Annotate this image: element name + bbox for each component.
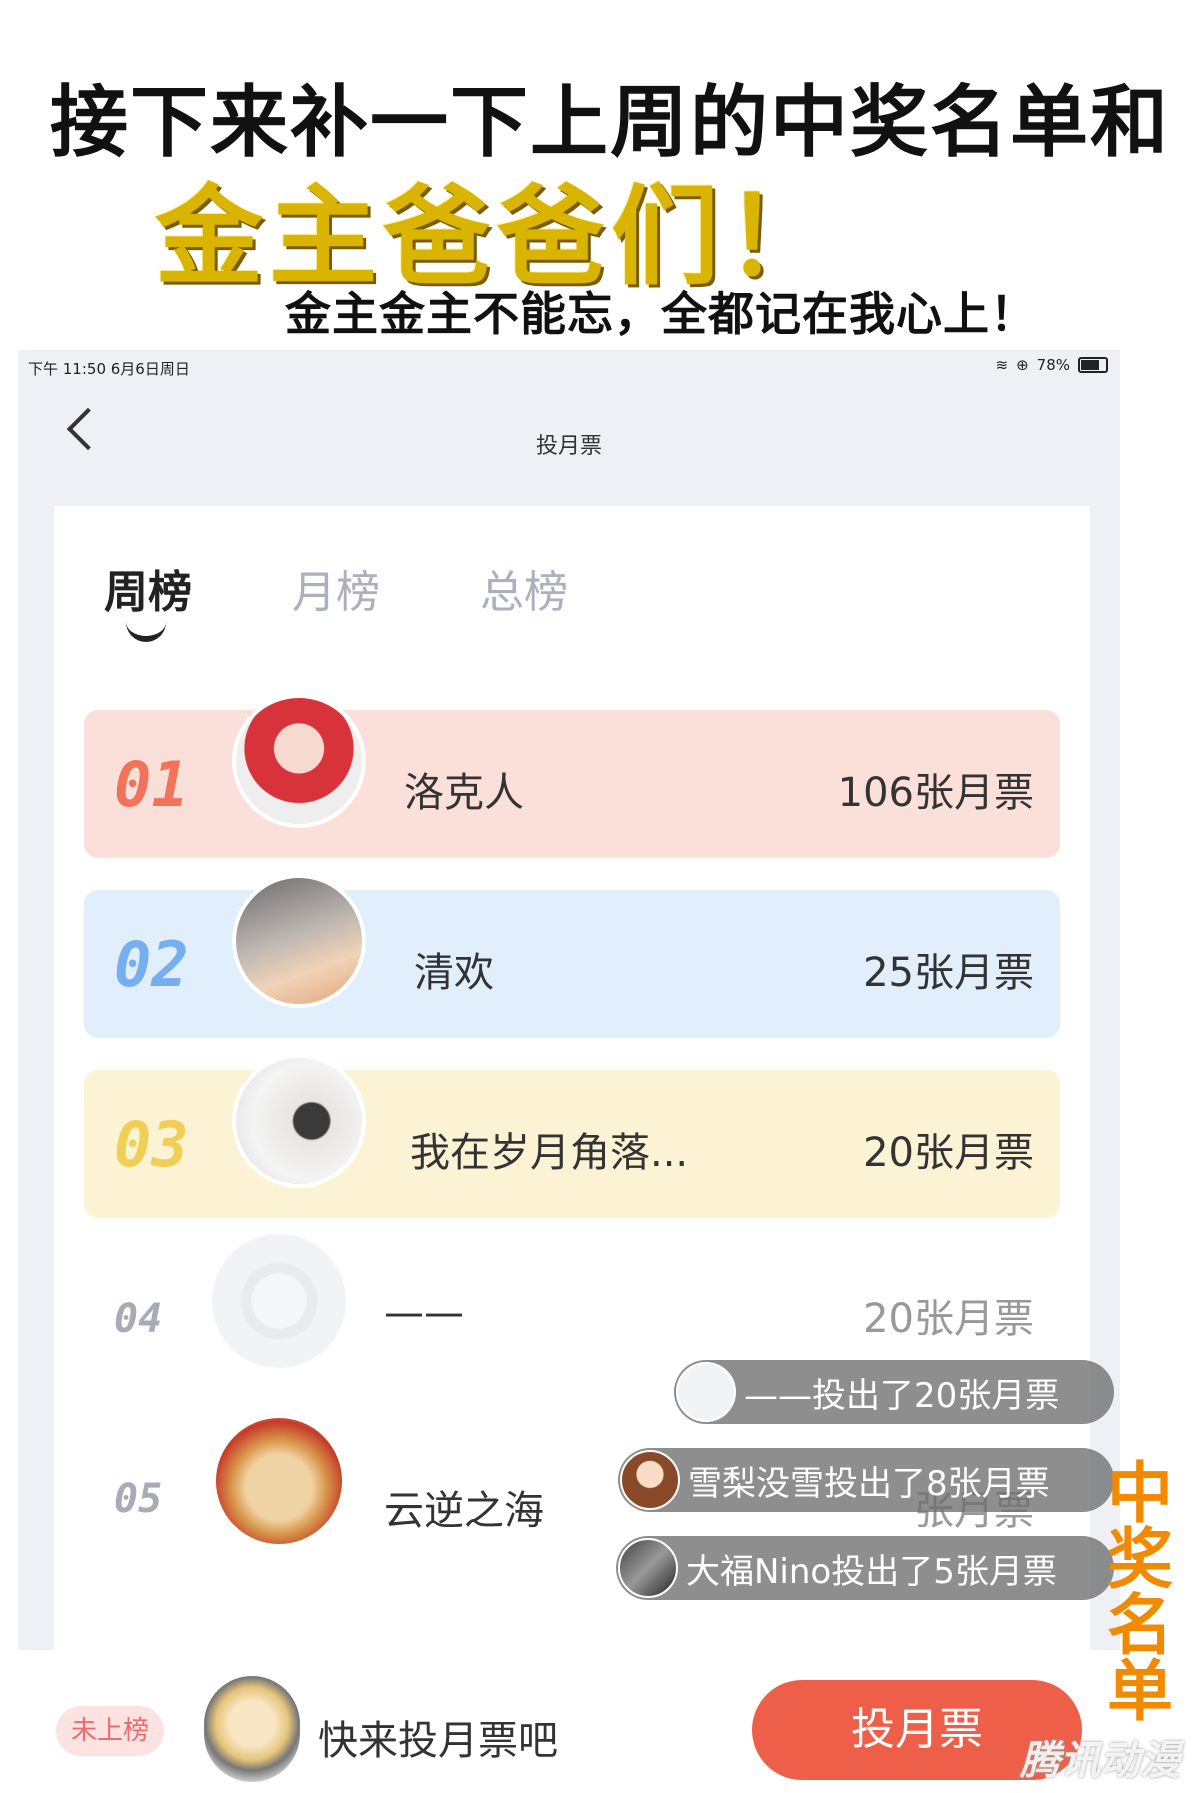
toast-text: 雪梨没雪投出了8张月票 [688, 1463, 1050, 1504]
user-name: 清欢 [414, 950, 494, 996]
battery-percent: 78% [1036, 356, 1070, 374]
vote-toast: 大福Nino投出了5张月票 [616, 1536, 1114, 1600]
avatar [618, 1538, 678, 1598]
stamp-char: 奖 [1107, 1520, 1173, 1598]
tab-total[interactable]: 总榜 [480, 556, 568, 620]
vote-count: 20张月票 [863, 1130, 1034, 1176]
winner-list-stamp: 中 奖 名 单 [1098, 1460, 1182, 1724]
tab-monthly[interactable]: 月榜 [292, 556, 380, 620]
user-name: 云逆之海 [384, 1488, 544, 1534]
toast-text: 大福Nino投出了5张月票 [686, 1551, 1057, 1592]
avatar [620, 1450, 680, 1510]
status-bar: 下午 11:50 6月6日周日 ≋ ⊕ 78% [18, 350, 1120, 384]
ranking-row-2[interactable]: 02 清欢 25张月票 [84, 874, 1060, 1038]
default-avatar-icon [212, 1234, 346, 1368]
vote-count: 106张月票 [837, 770, 1034, 816]
stamp-char: 中 [1107, 1454, 1173, 1532]
user-name: 我在岁月角落... [410, 1130, 689, 1176]
ranking-row-3[interactable]: 03 我在岁月角落... 20张月票 [84, 1054, 1060, 1218]
avatar [232, 1054, 366, 1188]
rank-number: 05 [114, 1476, 163, 1522]
tab-weekly[interactable]: 周榜 [104, 556, 192, 620]
avatar [212, 1414, 346, 1548]
avatar [676, 1362, 736, 1422]
user-name: —— [384, 1290, 464, 1336]
page-title: 投月票 [535, 434, 602, 459]
rank-number: 03 [114, 1108, 189, 1181]
active-tab-indicator [126, 618, 166, 642]
vote-toast: 雪梨没雪投出了8张月票 [618, 1448, 1114, 1512]
vote-count: 25张月票 [863, 950, 1034, 996]
toast-text: ——投出了20张月票 [744, 1375, 1060, 1416]
vote-toast: ——投出了20张月票 [674, 1360, 1114, 1424]
stamp-char: 名 [1107, 1586, 1173, 1664]
stamp-char: 单 [1107, 1652, 1173, 1730]
avatar [232, 694, 366, 828]
lock-rotation-icon: ⊕ [1016, 356, 1029, 374]
my-avatar [204, 1676, 300, 1782]
wifi-icon: ≋ [995, 356, 1009, 374]
user-name: 洛克人 [404, 770, 524, 816]
sub-headline: 金主金主不能忘，全都记在我心上！ [285, 287, 1037, 341]
avatar [232, 874, 366, 1008]
battery-icon [1078, 357, 1108, 373]
not-ranked-badge: 未上榜 [56, 1706, 164, 1756]
vote-prompt: 快来投月票吧 [318, 1718, 558, 1764]
ranking-row-1[interactable]: 01 洛克人 106张月票 [84, 694, 1060, 858]
app-screen: 下午 11:50 6月6日周日 ≋ ⊕ 78% 投月票 周榜 月榜 总榜 01 … [18, 350, 1120, 1793]
watermark: 腾讯动漫 [1020, 1738, 1180, 1784]
bottom-bar: 未上榜 快来投月票吧 投月票 [18, 1650, 1120, 1793]
rank-number: 02 [114, 928, 189, 1001]
nav-bar: 投月票 [18, 384, 1120, 504]
status-time: 下午 11:50 6月6日周日 [28, 360, 190, 378]
vote-count: 20张月票 [863, 1296, 1034, 1342]
rank-number: 01 [114, 748, 189, 821]
ranking-tabs: 周榜 月榜 总榜 [104, 556, 568, 642]
rank-number: 04 [114, 1296, 163, 1342]
